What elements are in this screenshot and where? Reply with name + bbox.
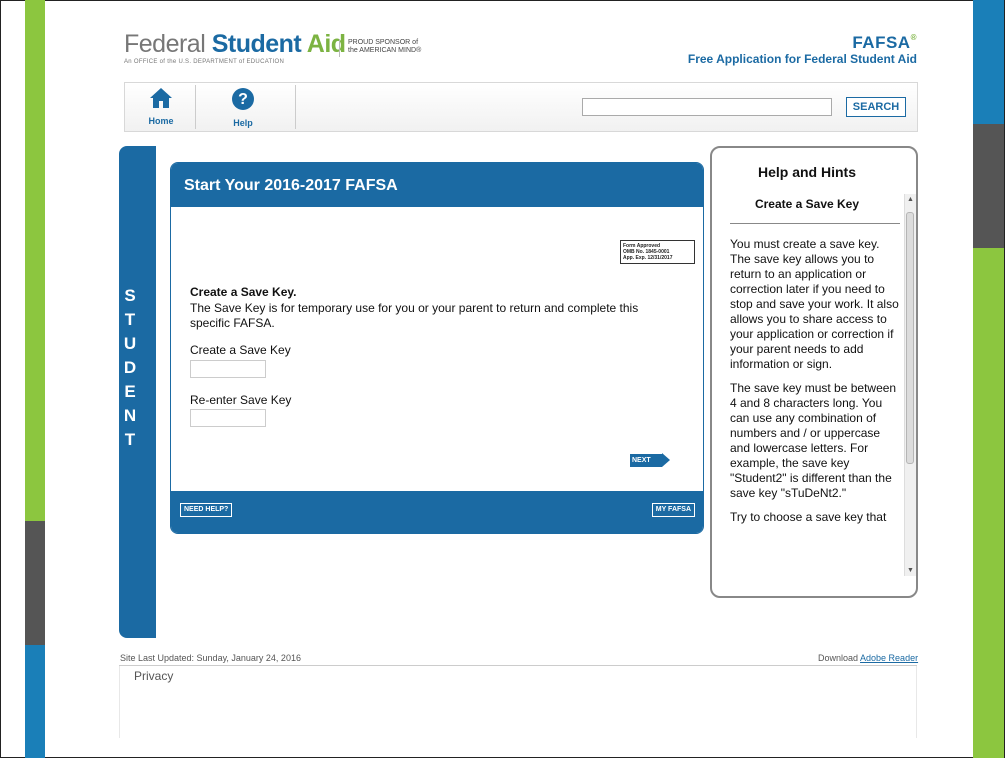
help-title: Help and Hints [757,164,856,180]
student-letter: S [124,286,136,305]
fafsa-subtitle: Free Application for Federal Student Aid [687,52,917,66]
nav-divider [295,85,296,129]
home-icon [150,88,172,108]
omb-line-3: App. Exp. 12/31/2017 [623,255,673,261]
sponsor-line-1: PROUD SPONSOR of [348,39,419,46]
reenter-save-key-label: Re-enter Save Key [190,393,292,407]
student-section-tab: S T U D E N T [119,146,156,638]
help-body: You must create a save key. The save key… [730,237,902,534]
help-button[interactable]: ? Help [217,87,269,131]
panel-header: Start Your 2016-2017 FAFSA [171,163,703,207]
logo-subtitle: An OFFICE of the U.S. DEPARTMENT of EDUC… [124,59,285,65]
student-letter: D [123,358,137,377]
help-divider [730,223,900,224]
fafsa-logo-text: FAFSA [852,33,911,52]
student-letter: T [124,430,136,449]
download-prefix: Download [818,653,861,663]
federal-student-aid-logo[interactable]: Federal Student Aid [124,30,346,59]
save-key-heading: Create a Save Key. [190,285,297,299]
next-arrow-icon[interactable] [662,453,670,467]
sponsor-tagline: PROUD SPONSOR of the AMERICAN MIND® [339,39,421,57]
help-paragraph: The save key must be between 4 and 8 cha… [730,381,897,500]
help-icon: ? [232,88,254,110]
scroll-up-icon[interactable]: ▲ [907,196,914,203]
left-blue-bar [25,645,45,758]
create-save-key-input[interactable] [190,360,266,378]
help-paragraph: Try to choose a save key that [730,510,887,524]
scrollbar-thumb[interactable] [906,212,914,464]
save-key-panel: Start Your 2016-2017 FAFSA Form Approved… [170,162,704,534]
right-green-bar [973,248,1004,758]
search-input[interactable] [582,98,832,116]
download-adobe-reader: Download Adobe Reader [818,653,918,663]
reenter-save-key-input[interactable] [190,409,266,427]
need-help-button[interactable]: NEED HELP? [180,503,233,517]
help-label: Help [233,118,253,128]
fafsa-logo[interactable]: FAFSA® [852,33,917,53]
page-title: Start Your 2016-2017 FAFSA [184,177,398,194]
adobe-reader-link[interactable]: Adobe Reader [860,653,918,663]
logo-student: Student [211,30,307,58]
next-button[interactable]: NEXT [630,454,662,467]
fafsa-logo-trademark: ® [910,33,917,42]
my-fafsa-button[interactable]: MY FAFSA [651,503,695,517]
svg-text:?: ? [238,91,248,108]
help-and-hints-panel: Help and Hints Create a Save Key You mus… [710,146,918,598]
site-last-updated: Site Last Updated: Sunday, January 24, 2… [120,653,301,663]
help-paragraph: You must create a save key. The save key… [730,237,899,371]
sponsor-line-2: the AMERICAN MIND® [348,47,422,54]
home-button[interactable]: Home [135,87,187,131]
omb-approval-box: Form Approved OMB No. 1845-0001 App. Exp… [620,240,695,264]
panel-footer: NEED HELP? MY FAFSA [171,491,703,533]
left-green-bar [25,0,45,521]
search-button[interactable]: SEARCH [846,97,906,117]
save-key-description: The Save Key is for temporary use for yo… [190,301,639,330]
student-letter: E [124,382,136,401]
help-scrollbar[interactable]: ▲ ▼ [904,194,916,576]
scroll-down-icon[interactable]: ▼ [907,567,914,574]
student-letter: U [123,334,137,353]
privacy-link[interactable]: Privacy [134,669,173,683]
right-gray-bar [973,124,1004,248]
logo-federal: Federal [124,30,212,58]
home-label: Home [148,116,174,126]
footer-area [119,666,917,738]
help-subtitle: Create a Save Key [754,197,860,211]
student-letter: T [124,310,136,329]
student-letter: N [123,406,137,425]
left-gray-bar [25,521,45,645]
top-nav: Home ? Help SEARCH [124,82,918,132]
right-blue-bar [973,0,1004,124]
nav-divider [195,85,196,129]
create-save-key-label: Create a Save Key [190,343,291,357]
